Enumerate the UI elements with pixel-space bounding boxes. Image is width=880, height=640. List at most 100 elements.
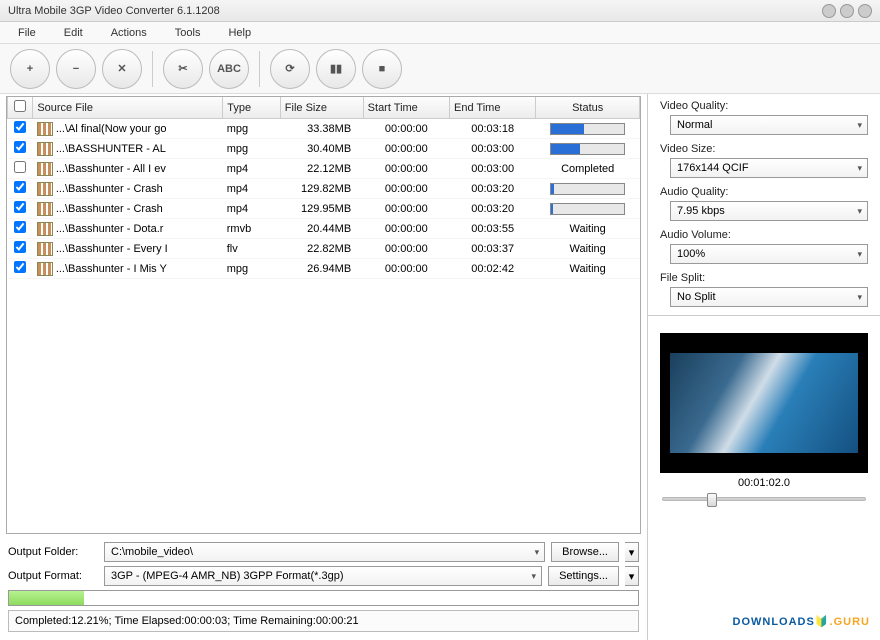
row-checkbox[interactable] [14,141,26,153]
cut-button[interactable]: ✂ [163,49,203,89]
refresh-icon: ⟳ [285,62,294,75]
table-row[interactable]: ...\Basshunter - I Mis Ympg26.94MB00:00:… [8,259,640,279]
end-time: 00:03:37 [450,239,536,259]
table-row[interactable]: ...\Basshunter - Dota.rrmvb20.44MB00:00:… [8,219,640,239]
remove-button[interactable]: − [56,49,96,89]
menu-help[interactable]: Help [214,27,265,39]
file-split-combo[interactable]: No Split [670,287,868,307]
select-all-checkbox[interactable] [14,100,26,112]
settings-button[interactable]: Settings... [548,566,619,586]
audio-quality-combo[interactable]: 7.95 kbps [670,201,868,221]
col-check[interactable] [8,97,33,119]
table-row[interactable]: ...\Basshunter - All I evmp422.12MB00:00… [8,159,640,179]
file-name: ...\Basshunter - Crash [56,202,163,214]
row-checkbox[interactable] [14,181,26,193]
menu-actions[interactable]: Actions [97,27,161,39]
scissors-icon: ✂ [178,62,187,75]
file-size: 22.82MB [280,239,363,259]
output-folder-combo[interactable]: C:\mobile_video\ [104,542,545,562]
status-cell: Waiting [536,259,640,279]
table-row[interactable]: ...\Al final(Now your gompg33.38MB00:00:… [8,119,640,139]
video-file-icon [37,202,53,216]
settings-dropdown[interactable]: ▾ [625,566,639,586]
stop-button[interactable]: ■ [362,49,402,89]
video-quality-label: Video Quality: [660,100,868,112]
video-quality-combo[interactable]: Normal [670,115,868,135]
file-type: mp4 [223,199,281,219]
video-file-icon [37,142,53,156]
add-button[interactable]: + [10,49,50,89]
close-button[interactable] [858,4,872,18]
minimize-button[interactable] [822,4,836,18]
start-time: 00:00:00 [363,199,449,219]
file-size: 129.95MB [280,199,363,219]
maximize-button[interactable] [840,4,854,18]
preview-video[interactable] [660,333,868,473]
file-type: flv [223,239,281,259]
row-progress [550,123,625,135]
table-row[interactable]: ...\Basshunter - Every Iflv22.82MB00:00:… [8,239,640,259]
row-status-text: Waiting [570,243,606,255]
video-size-combo[interactable]: 176x144 QCIF [670,158,868,178]
audio-quality-label: Audio Quality: [660,186,868,198]
panel-separator [648,315,880,319]
output-format-combo[interactable]: 3GP - (MPEG-4 AMR_NB) 3GPP Format(*.3gp) [104,566,542,586]
x-icon: ✕ [117,62,126,75]
file-type: mpg [223,119,281,139]
audio-volume-label: Audio Volume: [660,229,868,241]
row-checkbox[interactable] [14,161,26,173]
pause-button[interactable]: ▮▮ [316,49,356,89]
clear-button[interactable]: ✕ [102,49,142,89]
audio-volume-combo[interactable]: 100% [670,244,868,264]
minus-icon: − [73,63,79,75]
video-file-icon [37,182,53,196]
col-start[interactable]: Start Time [363,97,449,119]
overall-progress [8,590,639,606]
menu-file[interactable]: File [4,27,50,39]
status-cell [536,179,640,199]
row-checkbox[interactable] [14,241,26,253]
col-status[interactable]: Status [536,97,640,119]
refresh-button[interactable]: ⟳ [270,49,310,89]
start-time: 00:00:00 [363,259,449,279]
row-checkbox[interactable] [14,121,26,133]
col-source[interactable]: Source File [33,97,223,119]
file-type: mpg [223,139,281,159]
toolbar-separator [152,51,153,87]
row-checkbox[interactable] [14,201,26,213]
start-time: 00:00:00 [363,219,449,239]
file-type: rmvb [223,219,281,239]
end-time: 00:03:20 [450,199,536,219]
table-row[interactable]: ...\BASSHUNTER - ALmpg30.40MB00:00:0000:… [8,139,640,159]
preview-seek-slider[interactable] [662,497,866,501]
row-checkbox[interactable] [14,261,26,273]
file-name: ...\BASSHUNTER - AL [56,142,166,154]
row-progress [550,183,625,195]
browse-dropdown[interactable]: ▾ [625,542,639,562]
start-time: 00:00:00 [363,179,449,199]
table-row[interactable]: ...\Basshunter - Crash mp4129.95MB00:00:0… [8,199,640,219]
rename-button[interactable]: ABC [209,49,249,89]
start-time: 00:00:00 [363,139,449,159]
slider-thumb[interactable] [707,493,717,507]
end-time: 00:03:00 [450,139,536,159]
menu-tools[interactable]: Tools [161,27,215,39]
file-split-label: File Split: [660,272,868,284]
output-folder-label: Output Folder: [8,546,98,558]
status-cell [536,119,640,139]
col-end[interactable]: End Time [450,97,536,119]
file-name: ...\Basshunter - Dota.r [56,222,164,234]
file-type: mp4 [223,179,281,199]
video-file-icon [37,162,53,176]
browse-button[interactable]: Browse... [551,542,619,562]
col-size[interactable]: File Size [280,97,363,119]
row-checkbox[interactable] [14,221,26,233]
status-cell [536,199,640,219]
preview-time: 00:01:02.0 [660,477,868,489]
table-row[interactable]: ...\Basshunter - Crashmp4129.82MB00:00:0… [8,179,640,199]
row-progress [550,143,625,155]
file-name: ...\Basshunter - Crash [56,182,163,194]
row-status-text: Completed [561,163,614,175]
col-type[interactable]: Type [223,97,281,119]
menu-edit[interactable]: Edit [50,27,97,39]
